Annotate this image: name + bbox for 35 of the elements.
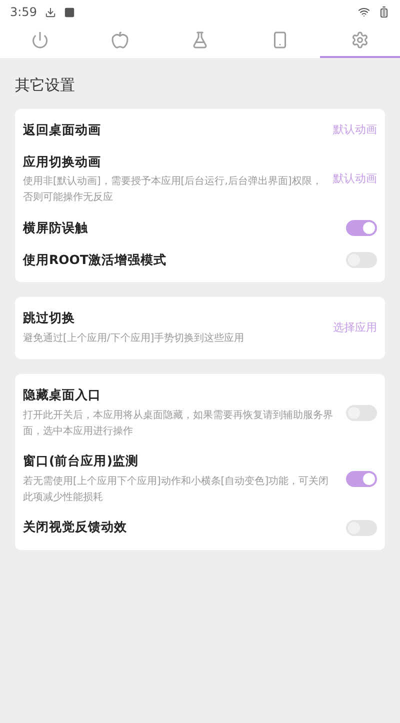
setting-description: 打开此开关后，本应用将从桌面隐藏，如果需要再恢复请到辅助服务界面，选中本应用进行操作: [23, 408, 334, 439]
toggle-switch[interactable]: [346, 220, 377, 236]
power-icon: [31, 31, 49, 49]
settings-icon: [351, 31, 369, 49]
apple-icon: [111, 31, 129, 49]
setting-title: 返回桌面动画: [23, 121, 102, 140]
setting-title: 应用切换动画: [23, 152, 102, 170]
setting-description: 使用非[默认动画]，需要授予本应用[后台运行,后台弹出界面]权限，否则可能操作无反应: [23, 174, 323, 206]
setting-title: 关闭视觉反馈动效: [23, 518, 128, 536]
setting-row[interactable]: 关闭视觉反馈动效: [23, 512, 377, 544]
setting-title: 横屏防误触: [23, 218, 89, 237]
setting-row[interactable]: 返回桌面动画 默认动画: [23, 114, 377, 146]
toggle-switch[interactable]: [346, 404, 377, 421]
setting-description: 避免通过[上个应用/下个应用]手势切换到这些应用: [23, 332, 246, 346]
setting-title: 使用ROOT激活增强模式: [23, 250, 168, 269]
setting-row[interactable]: 窗口(前台应用)监测 若无需使用[上个应用下个应用]动作和小横条[自动变色]功能，可关闭此项减少性能损耗: [23, 446, 377, 512]
setting-title: 隐藏桌面入口: [23, 386, 102, 404]
setting-row[interactable]: 应用切换动画 使用非[默认动画]，需要授予本应用[后台运行,后台弹出界面]权限，否则可能操作无反应 默认动画: [23, 146, 377, 212]
setting-title: 跳过切换: [23, 309, 76, 328]
setting-title: 窗口(前台应用)监测: [23, 452, 140, 470]
setting-description: 若无需使用[上个应用下个应用]动作和小横条[自动变色]功能，可关闭此项减少性能损耗: [23, 474, 330, 504]
toggle-switch[interactable]: [346, 252, 377, 268]
setting-row[interactable]: 横屏防误触: [23, 212, 377, 244]
setting-row[interactable]: 隐藏桌面入口 打开此开关后，本应用将从桌面隐藏，如果需要再恢复请到辅助服务界面，选中本应用进行操作: [23, 380, 377, 446]
section-heading: 其它设置: [14, 75, 76, 96]
setting-row[interactable]: 使用ROOT激活增强模式: [23, 244, 377, 276]
toggle-switch[interactable]: [346, 470, 377, 487]
battery-icon: [378, 6, 390, 18]
phone-icon: [271, 31, 289, 49]
status-time: 3:59: [10, 4, 37, 21]
download-icon: [44, 6, 56, 18]
setting-row[interactable]: 跳过切换 避免通过[上个应用/下个应用]手势切换到这些应用 选择应用: [23, 303, 377, 353]
notification-icon: [64, 6, 75, 18]
toggle-switch[interactable]: [346, 520, 377, 536]
flask-icon: [191, 31, 209, 49]
